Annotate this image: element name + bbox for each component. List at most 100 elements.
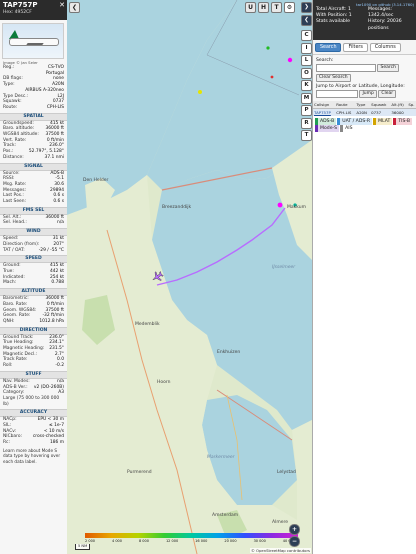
- history-count: History: 20036 positions: [368, 19, 402, 31]
- legend-item[interactable]: UAT / ADS-R: [337, 118, 373, 125]
- wing-shape: [26, 43, 44, 45]
- search-button[interactable]: Search: [377, 64, 399, 72]
- section-fms: FMS SEL: [0, 206, 67, 215]
- other-aircraft-yellow: [198, 90, 202, 94]
- expand-right-icon[interactable]: ❯: [301, 2, 312, 13]
- clear-button[interactable]: Clear: [378, 90, 397, 98]
- collapse-left-icon[interactable]: ❮: [69, 2, 80, 13]
- toggle-u-button[interactable]: U: [245, 2, 256, 13]
- altitude-label: 12 000: [165, 539, 179, 543]
- close-icon[interactable]: ✕: [59, 1, 65, 9]
- table-cell: 0737: [370, 108, 391, 116]
- label-lelystad: Lelystad: [277, 470, 296, 475]
- toggle-h-button[interactable]: H: [258, 2, 269, 13]
- signal-key: Last Seen:: [3, 199, 26, 205]
- wind-rows: Speed: 31 kt Direction (from): 207° TAT / OA…: [0, 236, 67, 253]
- column-header[interactable]: Callsign: [313, 101, 336, 109]
- wind-key: TAT / OAT:: [3, 247, 25, 253]
- section-stuff: STUFF: [0, 370, 67, 379]
- stats-available[interactable]: Stats available: [316, 19, 352, 25]
- section-spatial: SPATIAL: [0, 112, 67, 121]
- search-input[interactable]: [316, 64, 376, 72]
- layer-button-m[interactable]: M: [301, 92, 312, 104]
- zoom-in-button[interactable]: +: [289, 524, 300, 535]
- direction-rows: Ground Track: 236.0° True Heading: 234.1° Ma…: [0, 335, 67, 369]
- table-row[interactable]: TAP757P CPH-LIS A20N 0737 36000: [313, 108, 416, 116]
- table-header-row: Callsign Route Type Squawk Alt.(ft) Sp.: [313, 101, 416, 109]
- column-header[interactable]: Route: [335, 101, 356, 109]
- layer-button-p[interactable]: P: [301, 105, 312, 116]
- direction-row: Roll: -0.2: [0, 363, 67, 369]
- rows1-key: Route:: [3, 104, 18, 110]
- rows1-key: Reg.:: [3, 65, 15, 70]
- altitude-row: QNH: 1012.8 hPa: [0, 319, 67, 325]
- layer-button-k[interactable]: K: [301, 80, 312, 91]
- layer-button-r[interactable]: R: [301, 117, 312, 129]
- layer-button-t[interactable]: T: [301, 130, 312, 141]
- column-header[interactable]: Sp.: [407, 101, 416, 109]
- accuracy-rows: NACp: EPU < 30 m SIL: ≤ 1e-7 NACv: < 10 m/s NI…: [0, 417, 67, 446]
- layer-button-l[interactable]: L: [301, 55, 312, 66]
- other-aircraft-magenta: [287, 57, 293, 63]
- map-canvas[interactable]: Den Helder Breezanddijk Makkum IJsselmee…: [67, 0, 312, 554]
- signal-value: 0.6 s: [53, 199, 64, 205]
- altitude-label: 4 000: [111, 539, 123, 543]
- rows1-value: CPH-LIS: [46, 104, 64, 110]
- aircraft-photo[interactable]: [2, 23, 64, 59]
- section-wind: WIND: [0, 228, 67, 237]
- zoom-out-button[interactable]: −: [289, 536, 300, 547]
- layer-button-o[interactable]: O: [301, 67, 312, 79]
- signal-row: Last Seen: 0.6 s: [0, 199, 67, 205]
- other-aircraft-magenta-2: [277, 202, 283, 208]
- rows1-row: Route: CPH-LIS: [0, 105, 67, 111]
- clear-search-button[interactable]: Clear Search: [316, 74, 351, 82]
- other-aircraft-green: [266, 46, 270, 50]
- tab-columns[interactable]: Columns: [369, 43, 401, 52]
- sidebar-header: TAP757P Hex: 4952CF ✕: [0, 0, 67, 20]
- speed-value: 0.788: [51, 280, 64, 286]
- altitude-color-bar: [85, 533, 298, 538]
- legend-item[interactable]: AIS: [340, 125, 354, 132]
- speed-rows: Ground: 415 kt True: 442 kt Indicated: 254 kt…: [0, 263, 67, 286]
- column-header[interactable]: Squawk: [370, 101, 391, 109]
- direction-key: Roll:: [3, 363, 13, 369]
- legend-item[interactable]: MLAT: [373, 118, 393, 125]
- settings-gear-icon[interactable]: ⚙: [284, 2, 295, 13]
- layer-button-i[interactable]: I: [301, 42, 312, 54]
- tab-filters[interactable]: Filters: [343, 43, 368, 52]
- label-almere: Almere: [272, 520, 289, 525]
- aircraft-info-sidebar: TAP757P Hex: 4952CF ✕ Image © Jan Seler …: [0, 0, 68, 554]
- rows1-key: Type:: [3, 82, 15, 88]
- spatial-value: 37.1 nmi: [44, 154, 64, 160]
- fms-value: n/a: [57, 220, 64, 226]
- table-cell: 36000: [390, 108, 408, 116]
- wind-value: -29 / -55 °C: [38, 247, 64, 253]
- layer-button-c[interactable]: C: [301, 30, 312, 41]
- direction-value: -0.2: [55, 363, 64, 369]
- legend-item[interactable]: ADS-B: [315, 118, 337, 125]
- toggle-t-button[interactable]: T: [271, 2, 282, 13]
- jump-input[interactable]: [316, 90, 358, 98]
- fms-key: Sel. Head.:: [3, 220, 27, 226]
- scale-bar: 5 NM: [75, 544, 91, 550]
- altitude-label: 16 000: [195, 539, 208, 543]
- stats-header: tar1090 on github (3.14.1760) Total Airc…: [313, 0, 416, 40]
- altitude-label: 30 000: [253, 539, 266, 543]
- legend-item[interactable]: Mode-S: [315, 125, 340, 132]
- column-header[interactable]: Alt.(ft): [390, 101, 408, 109]
- accuracy-key: Rc:: [3, 440, 10, 446]
- section-signal: SIGNAL: [0, 162, 67, 171]
- fms-row: Sel. Head.: n/a: [0, 220, 67, 226]
- jump-button[interactable]: Jump: [359, 90, 377, 98]
- column-header[interactable]: Type: [355, 101, 371, 109]
- tab-search[interactable]: Search: [315, 43, 342, 52]
- map-svg: [67, 0, 312, 554]
- spatial-key: Distance:: [3, 154, 24, 160]
- table-cell: CPH-LIS: [335, 108, 356, 116]
- spatial-rows: Groundspeed: 415 kt Baro. altitude: 36000 f…: [0, 121, 67, 161]
- hex-id: Hex: 4952CF: [3, 10, 32, 15]
- collapse-right-icon[interactable]: ❮: [301, 15, 312, 26]
- aircraft-list-panel: tar1090 on github (3.14.1760) Total Airc…: [312, 0, 416, 554]
- map-attribution[interactable]: © OpenStreetMap contributors: [250, 548, 311, 553]
- legend-item[interactable]: TIS-B: [393, 118, 413, 125]
